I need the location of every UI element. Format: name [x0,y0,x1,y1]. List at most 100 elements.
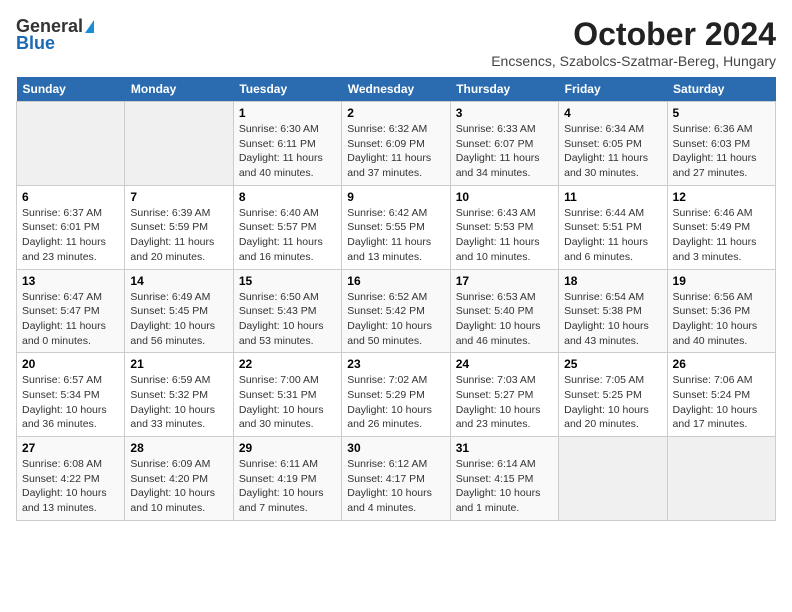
day-number: 7 [130,190,227,204]
day-number: 14 [130,274,227,288]
calendar-week-row: 27 Sunrise: 6:08 AMSunset: 4:22 PMDaylig… [17,437,776,521]
day-number: 16 [347,274,444,288]
logo-blue: Blue [16,33,55,54]
calendar-day-cell: 17 Sunrise: 6:53 AMSunset: 5:40 PMDaylig… [450,269,558,353]
day-info: Sunrise: 7:02 AMSunset: 5:29 PMDaylight:… [347,374,432,430]
calendar-day-cell [559,437,667,521]
day-info: Sunrise: 6:39 AMSunset: 5:59 PMDaylight:… [130,207,214,263]
calendar-day-cell: 1 Sunrise: 6:30 AMSunset: 6:11 PMDayligh… [233,102,341,186]
calendar-day-cell: 24 Sunrise: 7:03 AMSunset: 5:27 PMDaylig… [450,353,558,437]
calendar-day-cell: 28 Sunrise: 6:09 AMSunset: 4:20 PMDaylig… [125,437,233,521]
day-info: Sunrise: 6:47 AMSunset: 5:47 PMDaylight:… [22,291,106,347]
day-number: 20 [22,357,119,371]
day-number: 18 [564,274,661,288]
day-number: 28 [130,441,227,455]
calendar-day-cell: 18 Sunrise: 6:54 AMSunset: 5:38 PMDaylig… [559,269,667,353]
day-info: Sunrise: 6:32 AMSunset: 6:09 PMDaylight:… [347,123,431,179]
calendar-day-cell: 26 Sunrise: 7:06 AMSunset: 5:24 PMDaylig… [667,353,775,437]
day-number: 22 [239,357,336,371]
day-info: Sunrise: 6:52 AMSunset: 5:42 PMDaylight:… [347,291,432,347]
weekday-header: Friday [559,77,667,102]
day-number: 19 [673,274,770,288]
day-number: 4 [564,106,661,120]
day-number: 3 [456,106,553,120]
weekday-header: Tuesday [233,77,341,102]
weekday-header: Saturday [667,77,775,102]
calendar-day-cell: 11 Sunrise: 6:44 AMSunset: 5:51 PMDaylig… [559,185,667,269]
calendar-day-cell: 14 Sunrise: 6:49 AMSunset: 5:45 PMDaylig… [125,269,233,353]
day-number: 5 [673,106,770,120]
calendar-day-cell [17,102,125,186]
calendar-day-cell: 6 Sunrise: 6:37 AMSunset: 6:01 PMDayligh… [17,185,125,269]
day-info: Sunrise: 7:00 AMSunset: 5:31 PMDaylight:… [239,374,324,430]
day-info: Sunrise: 6:09 AMSunset: 4:20 PMDaylight:… [130,458,215,514]
calendar-day-cell: 13 Sunrise: 6:47 AMSunset: 5:47 PMDaylig… [17,269,125,353]
calendar-day-cell: 19 Sunrise: 6:56 AMSunset: 5:36 PMDaylig… [667,269,775,353]
page-title: October 2024 [491,16,776,53]
day-info: Sunrise: 6:49 AMSunset: 5:45 PMDaylight:… [130,291,215,347]
day-info: Sunrise: 7:05 AMSunset: 5:25 PMDaylight:… [564,374,649,430]
day-number: 8 [239,190,336,204]
day-number: 30 [347,441,444,455]
calendar-day-cell: 27 Sunrise: 6:08 AMSunset: 4:22 PMDaylig… [17,437,125,521]
calendar-day-cell: 3 Sunrise: 6:33 AMSunset: 6:07 PMDayligh… [450,102,558,186]
calendar-day-cell: 25 Sunrise: 7:05 AMSunset: 5:25 PMDaylig… [559,353,667,437]
title-block: October 2024 Encsencs, Szabolcs-Szatmar-… [491,16,776,69]
day-number: 11 [564,190,661,204]
calendar-day-cell: 16 Sunrise: 6:52 AMSunset: 5:42 PMDaylig… [342,269,450,353]
calendar-day-cell: 9 Sunrise: 6:42 AMSunset: 5:55 PMDayligh… [342,185,450,269]
day-number: 26 [673,357,770,371]
calendar-header-row: SundayMondayTuesdayWednesdayThursdayFrid… [17,77,776,102]
calendar-day-cell: 15 Sunrise: 6:50 AMSunset: 5:43 PMDaylig… [233,269,341,353]
day-number: 6 [22,190,119,204]
day-number: 10 [456,190,553,204]
calendar-day-cell: 22 Sunrise: 7:00 AMSunset: 5:31 PMDaylig… [233,353,341,437]
day-number: 1 [239,106,336,120]
calendar-week-row: 6 Sunrise: 6:37 AMSunset: 6:01 PMDayligh… [17,185,776,269]
day-info: Sunrise: 6:43 AMSunset: 5:53 PMDaylight:… [456,207,540,263]
day-number: 23 [347,357,444,371]
day-number: 31 [456,441,553,455]
day-info: Sunrise: 6:12 AMSunset: 4:17 PMDaylight:… [347,458,432,514]
weekday-header: Sunday [17,77,125,102]
day-info: Sunrise: 6:44 AMSunset: 5:51 PMDaylight:… [564,207,648,263]
day-info: Sunrise: 6:50 AMSunset: 5:43 PMDaylight:… [239,291,324,347]
calendar-day-cell [667,437,775,521]
calendar-day-cell: 23 Sunrise: 7:02 AMSunset: 5:29 PMDaylig… [342,353,450,437]
calendar-day-cell: 5 Sunrise: 6:36 AMSunset: 6:03 PMDayligh… [667,102,775,186]
page-header: General Blue October 2024 Encsencs, Szab… [16,16,776,69]
day-info: Sunrise: 6:40 AMSunset: 5:57 PMDaylight:… [239,207,323,263]
day-number: 12 [673,190,770,204]
day-info: Sunrise: 6:14 AMSunset: 4:15 PMDaylight:… [456,458,541,514]
logo-triangle-icon [85,20,94,33]
calendar-week-row: 1 Sunrise: 6:30 AMSunset: 6:11 PMDayligh… [17,102,776,186]
day-info: Sunrise: 6:59 AMSunset: 5:32 PMDaylight:… [130,374,215,430]
weekday-header: Wednesday [342,77,450,102]
calendar-day-cell: 29 Sunrise: 6:11 AMSunset: 4:19 PMDaylig… [233,437,341,521]
calendar-day-cell: 8 Sunrise: 6:40 AMSunset: 5:57 PMDayligh… [233,185,341,269]
day-number: 21 [130,357,227,371]
calendar-day-cell: 7 Sunrise: 6:39 AMSunset: 5:59 PMDayligh… [125,185,233,269]
day-info: Sunrise: 6:33 AMSunset: 6:07 PMDaylight:… [456,123,540,179]
day-info: Sunrise: 6:08 AMSunset: 4:22 PMDaylight:… [22,458,107,514]
day-info: Sunrise: 6:42 AMSunset: 5:55 PMDaylight:… [347,207,431,263]
day-number: 13 [22,274,119,288]
day-info: Sunrise: 6:56 AMSunset: 5:36 PMDaylight:… [673,291,758,347]
calendar-day-cell: 20 Sunrise: 6:57 AMSunset: 5:34 PMDaylig… [17,353,125,437]
calendar-day-cell: 31 Sunrise: 6:14 AMSunset: 4:15 PMDaylig… [450,437,558,521]
day-info: Sunrise: 6:34 AMSunset: 6:05 PMDaylight:… [564,123,648,179]
day-info: Sunrise: 6:46 AMSunset: 5:49 PMDaylight:… [673,207,757,263]
day-info: Sunrise: 6:54 AMSunset: 5:38 PMDaylight:… [564,291,649,347]
logo: General Blue [16,16,94,54]
weekday-header: Thursday [450,77,558,102]
day-info: Sunrise: 6:37 AMSunset: 6:01 PMDaylight:… [22,207,106,263]
day-number: 27 [22,441,119,455]
calendar-day-cell: 12 Sunrise: 6:46 AMSunset: 5:49 PMDaylig… [667,185,775,269]
day-info: Sunrise: 7:03 AMSunset: 5:27 PMDaylight:… [456,374,541,430]
page-subtitle: Encsencs, Szabolcs-Szatmar-Bereg, Hungar… [491,53,776,69]
day-number: 24 [456,357,553,371]
calendar-table: SundayMondayTuesdayWednesdayThursdayFrid… [16,77,776,521]
calendar-day-cell: 4 Sunrise: 6:34 AMSunset: 6:05 PMDayligh… [559,102,667,186]
day-info: Sunrise: 6:30 AMSunset: 6:11 PMDaylight:… [239,123,323,179]
calendar-day-cell: 21 Sunrise: 6:59 AMSunset: 5:32 PMDaylig… [125,353,233,437]
